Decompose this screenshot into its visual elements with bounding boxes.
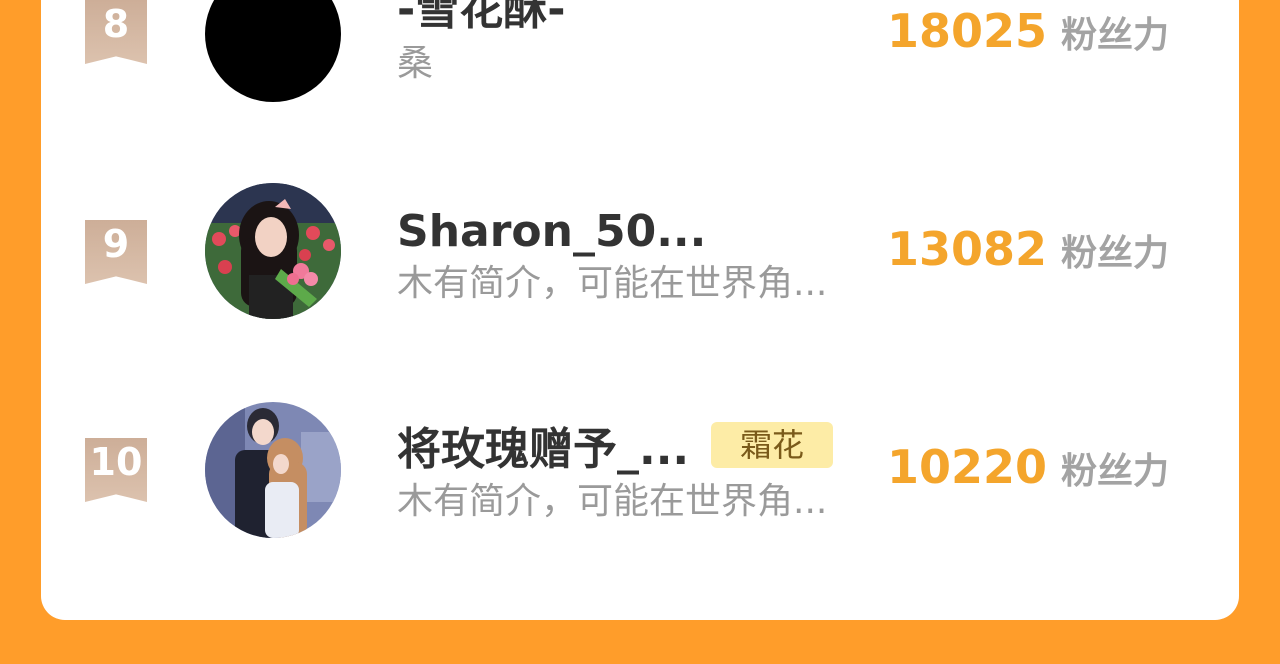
leaderboard-panel: 8 -雪花酥- 桑 18025 粉丝力 9 Sharon_50... 木有简介，… [41,0,1239,620]
user-bio: 桑 [397,43,434,84]
black-circle-avatar-icon [205,0,341,102]
fan-power-score: 18025 粉丝力 [887,4,1169,58]
rank-number: 10 [89,440,143,484]
rank-number: 8 [102,2,130,46]
leaderboard-row[interactable]: 8 -雪花酥- 桑 18025 粉丝力 [41,0,1239,102]
user-name[interactable]: 将玫瑰赠予_... [397,424,689,476]
user-bio: 木有简介，可能在世界角... [397,481,828,522]
user-name[interactable]: Sharon_50... [397,206,706,258]
score-unit: 粉丝力 [1060,15,1169,56]
avatar[interactable] [205,402,341,538]
score-value: 18025 [886,4,1047,58]
score-value: 13082 [886,222,1047,276]
rank-number: 9 [102,222,130,266]
rank-ribbon-icon: 8 [85,0,147,64]
score-value: 10220 [886,440,1047,494]
leaderboard-row[interactable]: 9 Sharon_50... 木有简介，可能在世界角... 13082 粉丝力 [41,180,1239,320]
girl-with-flowers-avatar-icon [205,183,341,319]
fan-level-badge: 霜花 [711,422,833,468]
rank-ribbon-icon: 9 [85,220,147,284]
score-unit: 粉丝力 [1060,233,1169,274]
fan-power-score: 13082 粉丝力 [887,222,1169,276]
user-bio: 木有简介，可能在世界角... [397,263,828,304]
rank-ribbon-icon: 10 [85,438,147,502]
fan-power-score: 10220 粉丝力 [887,440,1169,494]
couple-illustration-avatar-icon [205,402,341,538]
score-unit: 粉丝力 [1060,451,1169,492]
avatar[interactable] [205,0,341,102]
leaderboard-row[interactable]: 10 将玫瑰赠予_... 霜花 木有简介，可能在世界角... 10220 粉丝力 [41,400,1239,540]
user-name[interactable]: -雪花酥- [397,0,566,36]
avatar[interactable] [205,183,341,319]
